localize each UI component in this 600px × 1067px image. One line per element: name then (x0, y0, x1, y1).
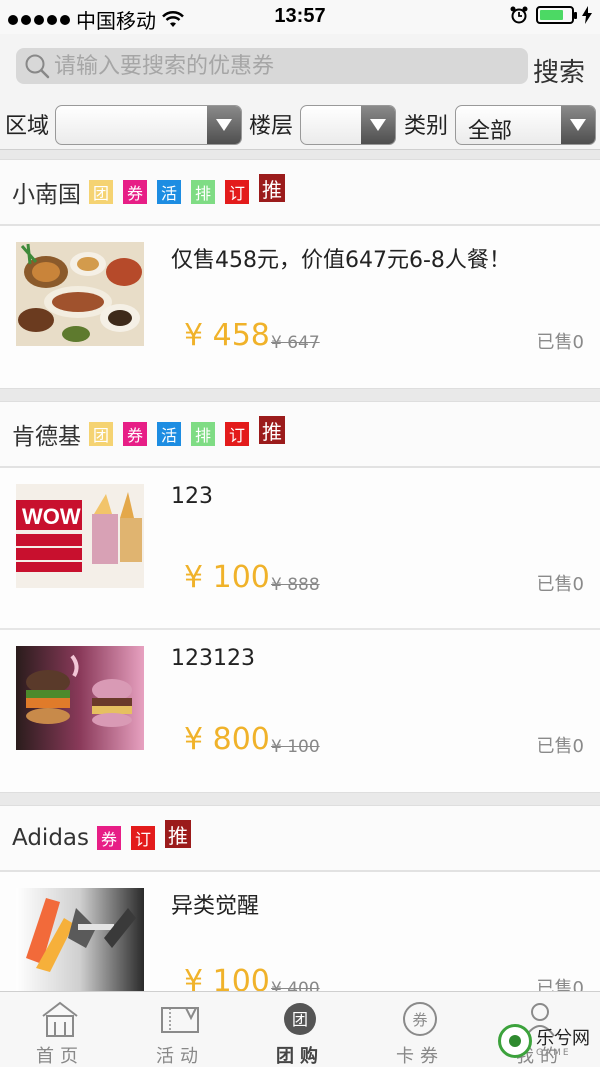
deal-title: 123123 (171, 646, 255, 671)
category-filter-label: 类别 (404, 114, 449, 139)
site-watermark: 乐兮网 GAME (498, 1020, 594, 1064)
chevron-down-icon (361, 106, 395, 144)
watermark-text: 乐兮网 (536, 1028, 590, 1049)
watermark-subtext: GAME (536, 1048, 571, 1058)
tab-home-label: 首页 (36, 1046, 84, 1067)
chevron-down-icon (207, 106, 241, 144)
floor-select[interactable] (300, 105, 396, 145)
deal-original-price: ¥ 888 (271, 575, 320, 595)
booking-tag: 订 (131, 826, 155, 850)
search-button[interactable]: 搜索 (533, 52, 585, 89)
deal-price: ¥ 100 (184, 560, 270, 595)
status-bar: 中国移动 13:57 (0, 0, 600, 34)
category-select[interactable]: 全部 (455, 105, 596, 145)
store-header[interactable]: 小南国 团 券 活 排 订 推 (0, 160, 600, 226)
search-box[interactable] (16, 48, 528, 84)
store-header[interactable]: Adidas 券 订 推 (0, 806, 600, 872)
alarm-icon (510, 6, 528, 24)
watermark-logo-icon (498, 1024, 532, 1058)
deal-sold-count: 已售0 (536, 574, 584, 595)
coupon-tag: 券 (97, 826, 121, 850)
store-section: 肯德基 团 券 活 排 订 推 WOW 123 ¥ 100 ¥ 888 已售0 … (0, 401, 600, 793)
deal-sold-count: 已售0 (536, 736, 584, 757)
tab-coupons[interactable]: 券 卡券 (360, 992, 480, 1067)
tab-group-buy-label: 团购 (276, 1046, 324, 1067)
search-bar: 搜索 (0, 34, 600, 100)
area-select[interactable] (55, 105, 242, 145)
queue-tag: 排 (191, 180, 215, 204)
svg-text:券: 券 (412, 1011, 427, 1029)
ticket-icon (161, 1007, 199, 1033)
search-input[interactable] (54, 53, 514, 79)
store-section: 小南国 团 券 活 排 订 推 仅售458元，价值647元6-8人餐！ ¥ 45… (0, 159, 600, 389)
deal-original-price: ¥ 647 (271, 333, 320, 353)
charging-icon (582, 6, 592, 24)
deal-item[interactable]: 仅售458元，价值647元6-8人餐！ ¥ 458 ¥ 647 已售0 (0, 226, 600, 388)
store-list: 小南国 团 券 活 排 订 推 仅售458元，价值647元6-8人餐！ ¥ 45… (0, 159, 600, 1047)
queue-tag: 排 (191, 422, 215, 446)
deal-item[interactable]: 123123 ¥ 800 ¥ 100 已售0 (0, 630, 600, 792)
store-name: 小南国 (12, 182, 81, 208)
group-buy-icon: 团 (284, 1003, 316, 1035)
deal-sold-count: 已售0 (536, 332, 584, 353)
activity-tag: 活 (157, 422, 181, 446)
chevron-down-icon (561, 106, 595, 144)
area-filter-label: 区域 (5, 114, 50, 139)
recommend-tag: 推 (259, 174, 285, 202)
tab-coupons-label: 卡券 (396, 1046, 444, 1067)
store-name: 肯德基 (12, 424, 81, 450)
tab-activity-label: 活动 (156, 1046, 204, 1067)
deal-price: ¥ 458 (184, 318, 270, 353)
booking-tag: 订 (225, 422, 249, 446)
category-select-value: 全部 (468, 119, 513, 144)
recommend-tag: 推 (165, 820, 191, 848)
group-buy-tag: 团 (89, 422, 113, 446)
booking-tag: 订 (225, 180, 249, 204)
recommend-tag: 推 (259, 416, 285, 444)
deal-title: 123 (171, 484, 213, 509)
coupon-tag: 券 (123, 180, 147, 204)
battery-icon (536, 6, 577, 24)
adidas-promo-thumbnail (16, 888, 144, 992)
store-header[interactable]: 肯德基 团 券 活 排 订 推 (0, 402, 600, 468)
group-buy-tag: 团 (89, 180, 113, 204)
deal-original-price: ¥ 100 (271, 737, 320, 757)
deal-title: 异类觉醒 (171, 894, 260, 919)
floor-filter-label: 楼层 (249, 114, 294, 139)
kfc-wow-promo-thumbnail: WOW (16, 484, 144, 588)
tab-home[interactable]: 首页 (0, 992, 120, 1067)
home-icon (42, 1001, 78, 1037)
svg-text:WOW: WOW (22, 504, 81, 529)
food-platter-thumbnail (16, 242, 144, 346)
svg-text:团: 团 (292, 1010, 308, 1029)
tab-group-buy[interactable]: 团 团购 (240, 992, 360, 1067)
deal-title: 仅售458元，价值647元6-8人餐！ (171, 248, 511, 273)
tab-activity[interactable]: 活动 (120, 992, 240, 1067)
store-name: Adidas (12, 825, 89, 851)
activity-tag: 活 (157, 180, 181, 204)
filter-bar: 区域 楼层 类别 全部 (0, 100, 600, 150)
search-icon (25, 54, 50, 79)
coupon-tag: 券 (123, 422, 147, 446)
coupon-icon: 券 (403, 1002, 437, 1036)
deal-item[interactable]: WOW 123 ¥ 100 ¥ 888 已售0 (0, 468, 600, 630)
deal-price: ¥ 800 (184, 722, 270, 757)
burger-promo-thumbnail (16, 646, 144, 750)
